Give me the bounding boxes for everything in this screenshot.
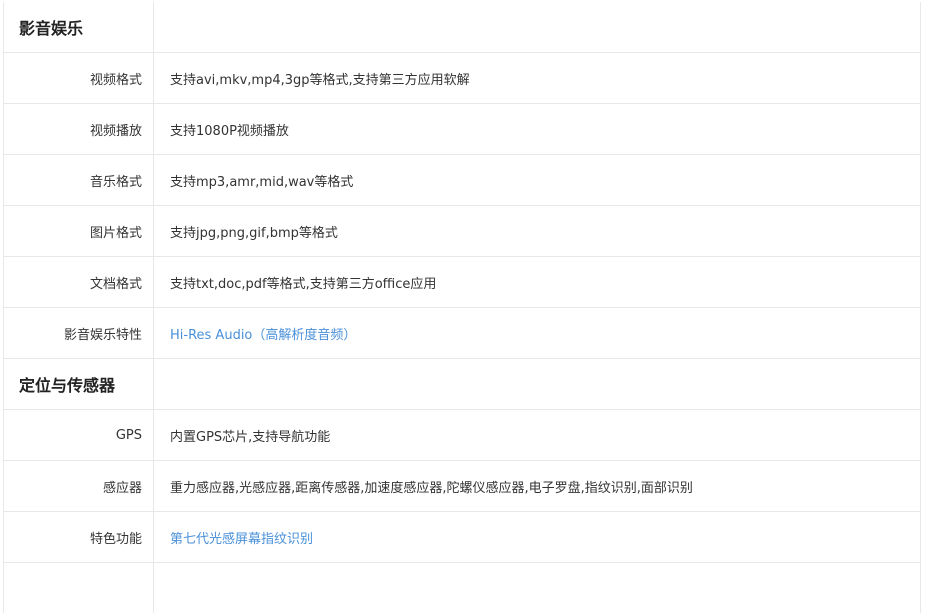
spec-table: 影音娱乐 视频格式 支持avi,mkv,mp4,3gp等格式,支持第三方应用软解…: [3, 2, 921, 613]
spec-label: 文档格式: [4, 257, 154, 307]
spec-value: 支持jpg,png,gif,bmp等格式: [170, 225, 338, 241]
spec-row-image-format: 图片格式 支持jpg,png,gif,bmp等格式: [4, 205, 920, 256]
spec-value: 支持1080P视频播放: [170, 123, 289, 139]
spec-value: 支持txt,doc,pdf等格式,支持第三方office应用: [170, 276, 437, 292]
spec-label: 图片格式: [4, 206, 154, 256]
spec-row-sensors: 感应器 重力感应器,光感应器,距离传感器,加速度感应器,陀螺仪感应器,电子罗盘,…: [4, 460, 920, 511]
spec-row-gps: GPS 内置GPS芯片,支持导航功能: [4, 409, 920, 460]
section-header-location-sensors: 定位与传感器: [4, 358, 920, 409]
spec-row-document-format: 文档格式 支持txt,doc,pdf等格式,支持第三方office应用: [4, 256, 920, 307]
spec-row-special-features: 特色功能 第七代光感屏幕指纹识别: [4, 511, 920, 562]
spec-row-video-format: 视频格式 支持avi,mkv,mp4,3gp等格式,支持第三方应用软解: [4, 52, 920, 103]
spec-value: 支持avi,mkv,mp4,3gp等格式,支持第三方应用软解: [170, 72, 470, 88]
spec-value: 支持mp3,amr,mid,wav等格式: [170, 174, 354, 190]
spec-value: 内置GPS芯片,支持导航功能: [170, 429, 331, 445]
spec-row-partial: [4, 562, 920, 613]
spec-row-video-playback: 视频播放 支持1080P视频播放: [4, 103, 920, 154]
section-header-media: 影音娱乐: [4, 2, 920, 52]
spec-label: 视频播放: [4, 104, 154, 154]
section-title: 定位与传感器: [4, 359, 154, 409]
spec-label: 视频格式: [4, 53, 154, 103]
section-value-empty: [154, 359, 920, 409]
section-title: 影音娱乐: [4, 2, 154, 52]
spec-value: 重力感应器,光感应器,距离传感器,加速度感应器,陀螺仪感应器,电子罗盘,指纹识别…: [170, 480, 693, 496]
spec-value-link[interactable]: 第七代光感屏幕指纹识别: [154, 512, 920, 562]
spec-value-link[interactable]: Hi-Res Audio（高解析度音频）: [154, 308, 920, 358]
spec-row-music-format: 音乐格式 支持mp3,amr,mid,wav等格式: [4, 154, 920, 205]
spec-label-empty: [4, 563, 154, 613]
spec-label: 影音娱乐特性: [4, 308, 154, 358]
spec-value-empty: [154, 563, 920, 613]
section-value-empty: [154, 2, 920, 52]
spec-label: 感应器: [4, 461, 154, 511]
spec-label: GPS: [4, 410, 154, 460]
spec-row-media-features: 影音娱乐特性 Hi-Res Audio（高解析度音频）: [4, 307, 920, 358]
spec-label: 音乐格式: [4, 155, 154, 205]
spec-label: 特色功能: [4, 512, 154, 562]
